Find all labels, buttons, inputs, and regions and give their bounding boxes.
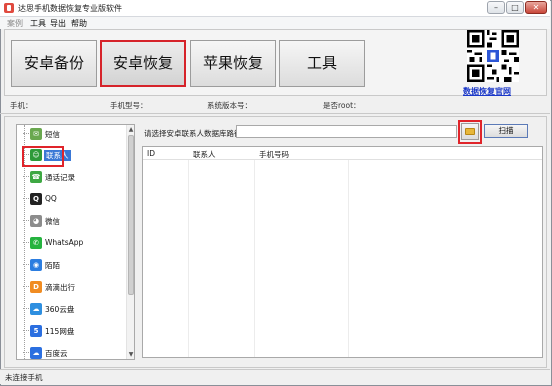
column-header-phone[interactable]: 手机号码: [259, 149, 289, 160]
title-bar: 达思手机数据恢复专业版软件 – □ ✕: [0, 0, 550, 17]
sidebar-item-label: 百度云: [45, 349, 68, 358]
tools-button[interactable]: 工具: [279, 40, 365, 87]
wechat-icon: ◕: [30, 215, 42, 227]
115-disk-icon: 5: [30, 325, 42, 337]
scan-button[interactable]: 扫描: [484, 124, 528, 138]
window-title: 达思手机数据恢复专业版软件: [18, 4, 122, 13]
sidebar-item-label: 通话记录: [45, 173, 75, 182]
device-info-row: 手机： 手机型号： 系统版本号： 是否root：: [0, 100, 550, 112]
sidebar-item-momo[interactable]: ◉ 陌陌: [23, 256, 124, 274]
baidu-cloud-icon: ☁: [30, 347, 42, 359]
tree-connector: [23, 176, 29, 177]
contacts-table: ID 联系人 手机号码: [142, 146, 543, 358]
column-divider: [254, 160, 255, 357]
status-bar: 未连接手机: [0, 369, 550, 384]
tree-connector: [23, 286, 29, 287]
scroll-down-icon[interactable]: ▼: [127, 350, 135, 359]
qq-icon: Q: [30, 193, 42, 205]
sidebar-item-label: 115网盘: [45, 327, 75, 336]
sidebar-item-115-disk[interactable]: 5 115网盘: [23, 322, 124, 340]
sms-icon: ✉: [30, 128, 42, 140]
sidebar-item-baidu-cloud[interactable]: ☁ 百度云: [23, 344, 124, 362]
sidebar-scrollbar[interactable]: ▲ ▼: [126, 125, 134, 359]
os-version-label: 系统版本号：: [207, 101, 252, 110]
scroll-thumb[interactable]: [128, 135, 134, 295]
tree-connector: [23, 330, 29, 331]
phone-label: 手机：: [10, 101, 33, 110]
browse-highlight-box: [458, 120, 482, 144]
connection-status: 未连接手机: [5, 373, 43, 382]
menu-help[interactable]: 帮助: [71, 18, 87, 29]
tree-connector: [23, 308, 29, 309]
menu-tools[interactable]: 工具: [30, 18, 46, 29]
sidebar-item-label: QQ: [45, 194, 57, 203]
sidebar-item-sms[interactable]: ✉ 短信: [23, 125, 124, 143]
360-cloud-icon: ☁: [30, 303, 42, 315]
sidebar-item-label: 360云盘: [45, 305, 75, 314]
official-site-link[interactable]: 数据恢复官网: [463, 86, 511, 97]
tree-connector: [23, 352, 29, 353]
sidebar-item-wechat[interactable]: ◕ 微信: [23, 212, 124, 230]
sidebar-item-360-cloud[interactable]: ☁ 360云盘: [23, 300, 124, 318]
scroll-up-icon[interactable]: ▲: [127, 125, 135, 134]
phone-model-label: 手机型号：: [110, 101, 148, 110]
root-status-label: 是否root：: [323, 101, 361, 110]
sidebar-item-label: WhatsApp: [45, 238, 84, 247]
tree-connector: [23, 264, 29, 265]
menu-cases[interactable]: 案例: [7, 18, 23, 29]
column-divider: [348, 160, 349, 357]
android-recovery-button[interactable]: 安卓恢复: [100, 40, 186, 87]
whatsapp-icon: ✆: [30, 237, 42, 249]
menu-export[interactable]: 导出: [50, 18, 66, 29]
divider: [0, 113, 550, 114]
db-path-input[interactable]: [236, 125, 457, 138]
sidebar-item-call-log[interactable]: ☎ 通话记录: [23, 168, 124, 186]
android-backup-button[interactable]: 安卓备份: [11, 40, 97, 87]
sidebar-item-label: 短信: [45, 130, 60, 139]
apple-recovery-button[interactable]: 苹果恢复: [190, 40, 276, 87]
call-log-icon: ☎: [30, 171, 42, 183]
sidebar-item-qq[interactable]: Q QQ: [23, 190, 124, 208]
menu-bar: 案例 工具 导出 帮助: [0, 17, 550, 29]
contacts-highlight-box: [22, 146, 64, 167]
minimize-button[interactable]: –: [487, 1, 505, 14]
tree-connector: [23, 198, 29, 199]
sidebar-item-label: 微信: [45, 217, 60, 226]
app-logo-icon: [4, 3, 14, 13]
sidebar-item-didi[interactable]: D 滴滴出行: [23, 278, 124, 296]
table-header: ID 联系人 手机号码: [143, 147, 542, 160]
sidebar-item-label: 陌陌: [45, 261, 60, 270]
column-header-id[interactable]: ID: [147, 149, 155, 158]
momo-icon: ◉: [30, 259, 42, 271]
sidebar-item-whatsapp[interactable]: ✆ WhatsApp: [23, 234, 124, 252]
db-path-label: 请选择安卓联系人数据库路径：: [144, 129, 249, 138]
maximize-button[interactable]: □: [506, 1, 524, 14]
column-header-contact[interactable]: 联系人: [193, 149, 216, 160]
tree-connector: [23, 242, 29, 243]
sidebar-item-label: 滴滴出行: [45, 283, 75, 292]
close-button[interactable]: ✕: [525, 1, 547, 14]
tree-connector: [23, 220, 29, 221]
didi-icon: D: [30, 281, 42, 293]
tree-connector: [23, 133, 29, 134]
qr-code-icon: [467, 30, 519, 82]
column-divider: [188, 160, 189, 357]
